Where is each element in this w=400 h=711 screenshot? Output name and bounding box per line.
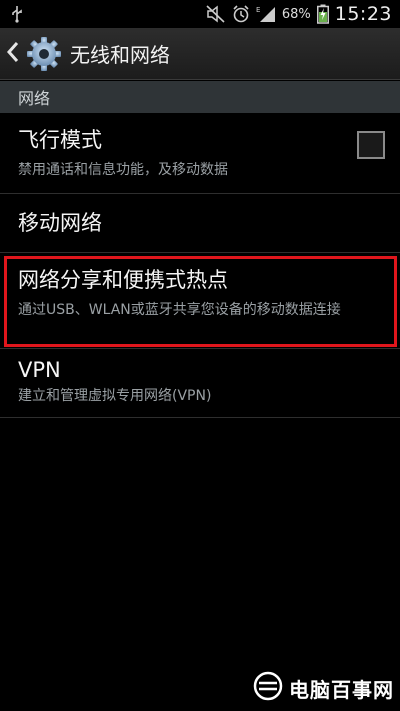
watermark: 电脑百事网 <box>253 671 394 705</box>
list-item-tethering-hotspot[interactable]: 网络分享和便携式热点 通过USB、WLAN或蓝牙共享您设备的移动数据连接 <box>0 254 400 349</box>
page-title: 无线和网络 <box>70 43 170 67</box>
battery-icon <box>316 3 329 25</box>
status-bar: E 68% 15:23 <box>0 0 400 28</box>
back-button[interactable] <box>6 36 62 72</box>
settings-gear-icon <box>26 36 62 72</box>
list-item-title: 飞行模式 <box>18 128 102 152</box>
mute-icon <box>206 3 226 25</box>
battery-percent: 68% <box>281 6 311 22</box>
svg-text:E: E <box>256 6 260 14</box>
chevron-left-icon <box>6 41 20 67</box>
watermark-logo-icon <box>253 671 283 705</box>
list-item-title: 移动网络 <box>18 211 102 235</box>
clock: 15:23 <box>334 3 392 25</box>
section-header: 网络 <box>0 81 400 113</box>
list-item-summary: 禁用通话和信息功能，及移动数据 <box>18 162 228 178</box>
signal-icon: E <box>256 3 276 25</box>
action-bar: 无线和网络 <box>0 28 400 80</box>
list-item-title: VPN <box>18 358 61 382</box>
alarm-icon <box>232 3 250 25</box>
watermark-text: 电脑百事网 <box>289 677 394 702</box>
list-item-title: 网络分享和便携式热点 <box>18 268 228 292</box>
airplane-mode-checkbox[interactable] <box>357 131 385 159</box>
usb-icon <box>10 3 24 25</box>
list-item-mobile-networks[interactable]: 移动网络 <box>0 195 400 253</box>
section-header-label: 网络 <box>18 89 51 108</box>
list-item-airplane-mode[interactable]: 飞行模式 禁用通话和信息功能，及移动数据 <box>0 114 400 194</box>
list-item-vpn[interactable]: VPN 建立和管理虚拟专用网络(VPN) <box>0 350 400 418</box>
list-item-summary: 建立和管理虚拟专用网络(VPN) <box>18 388 212 404</box>
list-item-summary: 通过USB、WLAN或蓝牙共享您设备的移动数据连接 <box>18 302 341 318</box>
